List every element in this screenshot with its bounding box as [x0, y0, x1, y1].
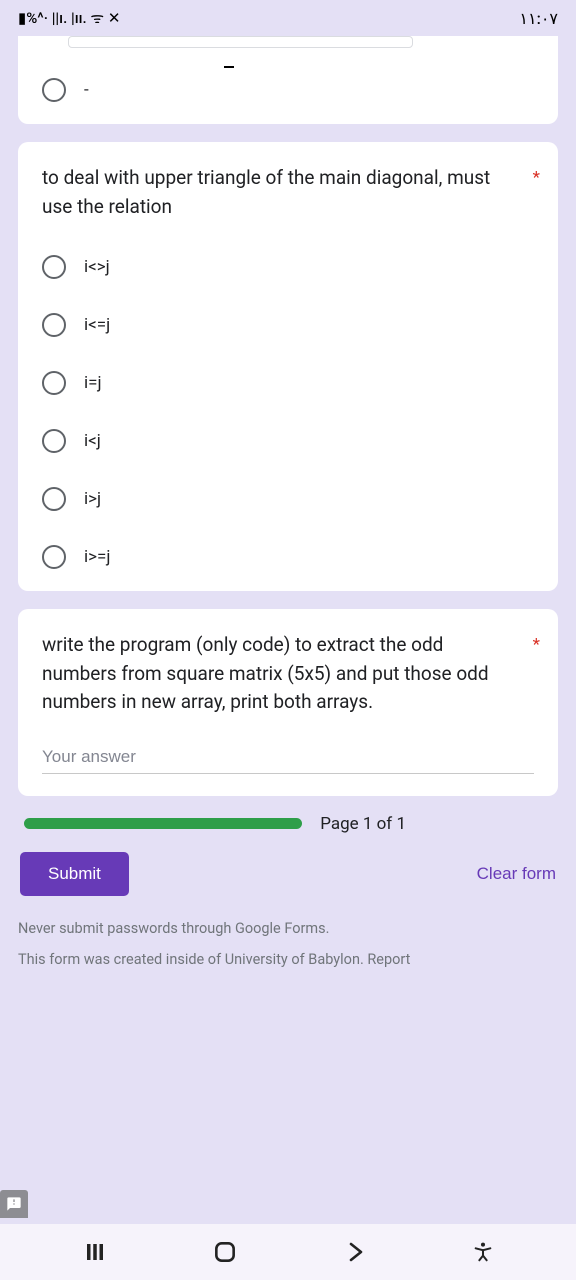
question-card-prev: - [18, 36, 558, 124]
radio-circle-icon [42, 429, 66, 453]
form-origin-text: This form was created inside of Universi… [18, 951, 558, 968]
question-text: write the program (only code) to extract… [42, 633, 489, 713]
radio-circle-icon [42, 78, 66, 102]
question-title: to deal with upper triangle of the main … [42, 164, 534, 221]
submit-button[interactable]: Submit [20, 852, 129, 896]
recent-apps-button[interactable] [83, 1240, 107, 1264]
answer-input[interactable] [42, 747, 534, 774]
progress-row: Page 1 of 1 [18, 814, 558, 834]
radio-circle-icon [42, 487, 66, 511]
radio-circle-icon [42, 313, 66, 337]
recent-apps-icon [83, 1240, 107, 1264]
password-warning: Never submit passwords through Google Fo… [18, 920, 558, 937]
accessibility-icon [472, 1241, 494, 1263]
android-nav-bar [0, 1224, 576, 1280]
radio-circle-icon [42, 545, 66, 569]
progress-bar [24, 818, 302, 829]
radio-label: i>=j [84, 547, 110, 567]
radio-option-dash[interactable]: - [42, 78, 534, 102]
page-indicator: Page 1 of 1 [320, 814, 552, 834]
radio-option[interactable]: i>=j [42, 545, 534, 569]
status-time: ١١:٠٧ [519, 9, 558, 28]
radio-label: i<>j [84, 257, 110, 277]
clear-form-button[interactable]: Clear form [477, 864, 556, 884]
text-input-prev[interactable] [68, 36, 413, 48]
question-card-program: write the program (only code) to extract… [18, 609, 558, 796]
radio-option[interactable]: i<=j [42, 313, 534, 337]
question-text: to deal with upper triangle of the main … [42, 166, 490, 218]
options-group: i<>j i<=j i=j i<j i>j i>=j [42, 247, 534, 569]
radio-option[interactable]: i<>j [42, 255, 534, 279]
radio-option[interactable]: i<j [42, 429, 534, 453]
text-cursor [224, 66, 234, 68]
required-star-icon: * [533, 633, 540, 659]
feedback-button[interactable] [0, 1190, 28, 1218]
radio-option[interactable]: i=j [42, 371, 534, 395]
question-card-relation: to deal with upper triangle of the main … [18, 142, 558, 591]
radio-circle-icon [42, 255, 66, 279]
home-button[interactable] [212, 1239, 238, 1265]
back-button[interactable] [343, 1240, 367, 1264]
radio-label: i=j [84, 373, 102, 393]
back-icon [343, 1240, 367, 1264]
question-title: write the program (only code) to extract… [42, 631, 534, 717]
radio-option[interactable]: i>j [42, 487, 534, 511]
feedback-icon [6, 1196, 22, 1212]
radio-label: i<=j [84, 315, 110, 335]
radio-label: - [84, 80, 89, 100]
radio-circle-icon [42, 371, 66, 395]
home-icon [212, 1239, 238, 1265]
radio-label: i>j [84, 489, 101, 509]
action-row: Submit Clear form [18, 852, 558, 896]
accessibility-button[interactable] [472, 1241, 494, 1263]
status-left: ▮%^· ||ı. |ıı. ᯤ ✕ [18, 8, 120, 28]
status-bar: ▮%^· ||ı. |ıı. ᯤ ✕ ١١:٠٧ [0, 0, 576, 36]
radio-label: i<j [84, 431, 101, 451]
required-star-icon: * [533, 166, 540, 192]
